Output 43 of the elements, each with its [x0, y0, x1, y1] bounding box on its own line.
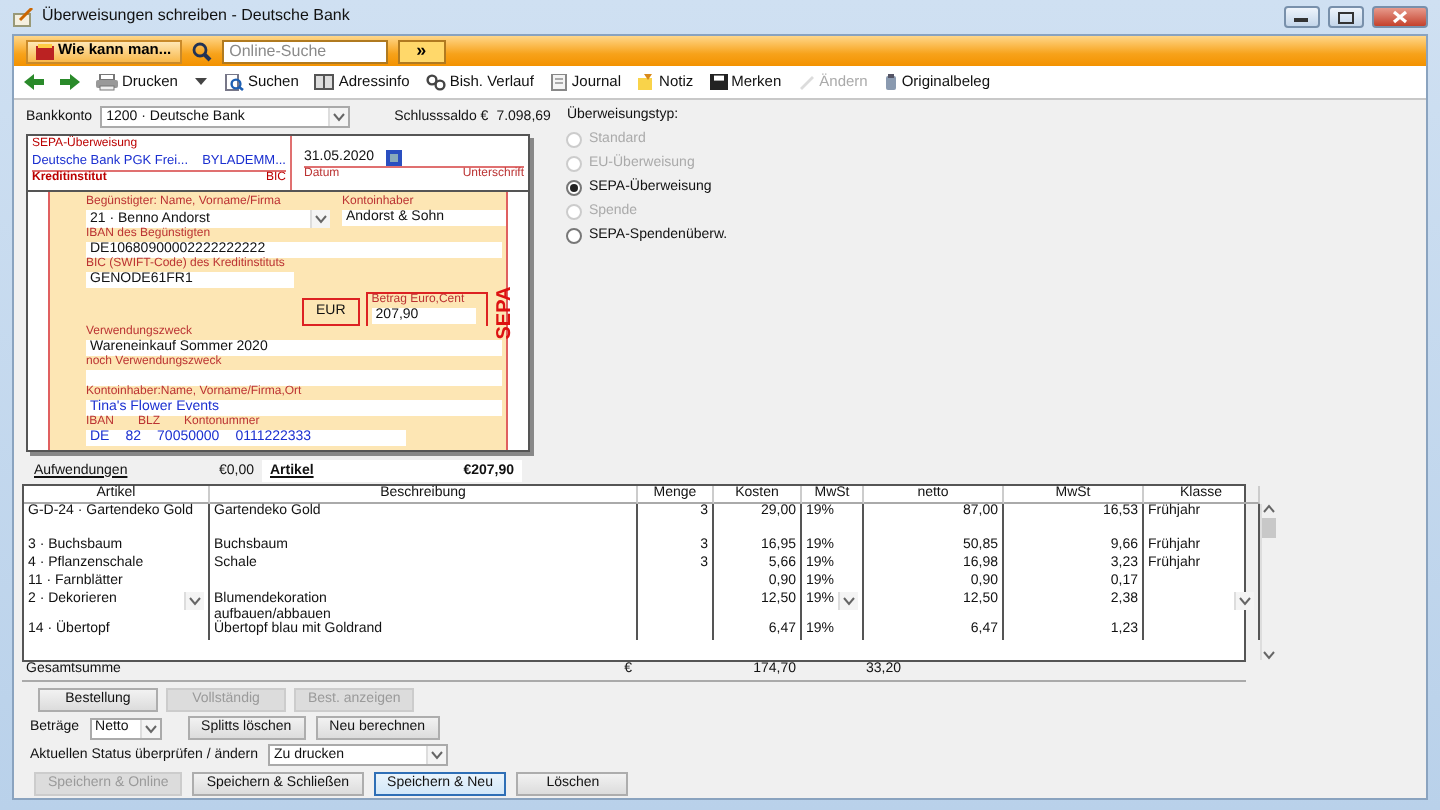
caret-icon	[143, 723, 158, 733]
address-book-icon	[314, 73, 335, 91]
maximize-icon	[1338, 11, 1354, 23]
clipped-document-icon	[883, 73, 898, 91]
document-icon	[549, 73, 568, 91]
scrollbar-thumb[interactable]	[1262, 518, 1276, 538]
input-field[interactable]	[86, 370, 502, 386]
caret-icon	[842, 596, 856, 606]
close-icon	[1392, 10, 1408, 24]
search-icon	[191, 41, 212, 61]
pencil-icon	[797, 73, 816, 91]
caret-icon	[188, 596, 202, 606]
close-button[interactable]	[1372, 6, 1428, 28]
search-field[interactable]: Online-Suche	[221, 39, 388, 63]
forward-arrow-icon	[60, 73, 80, 91]
radio-button[interactable]	[566, 227, 583, 244]
forward-button[interactable]	[58, 73, 82, 91]
caret-icon	[314, 214, 328, 224]
printer-icon	[96, 73, 118, 91]
sticky-note-icon	[637, 73, 656, 91]
chain-links-icon	[425, 73, 446, 91]
minimize-icon	[1294, 13, 1310, 21]
minimize-button[interactable]	[1284, 6, 1320, 28]
search-document-icon	[223, 73, 244, 91]
scrollbar[interactable]	[1260, 504, 1276, 660]
caret-up-icon	[1262, 504, 1276, 514]
back-button[interactable]	[22, 73, 46, 91]
dropdown-button[interactable]	[184, 592, 204, 610]
dropdown-button[interactable]	[838, 592, 858, 610]
book-icon	[36, 43, 54, 59]
window-title: Überweisungen schreiben - Deutsche Bank	[42, 8, 350, 26]
go-button[interactable]: »	[397, 39, 446, 63]
back-arrow-icon	[24, 73, 44, 91]
radio-button[interactable]	[566, 179, 583, 196]
caret-icon	[1262, 650, 1276, 660]
caret-icon	[430, 750, 445, 760]
side-label: SEPA	[492, 286, 515, 340]
caret-icon	[1238, 596, 1252, 606]
dropdown-button[interactable]	[1234, 592, 1254, 610]
caret-icon	[332, 112, 347, 122]
calendar-icon	[386, 150, 403, 166]
pen-paper-icon	[12, 7, 34, 27]
maximize-button[interactable]	[1328, 6, 1364, 28]
